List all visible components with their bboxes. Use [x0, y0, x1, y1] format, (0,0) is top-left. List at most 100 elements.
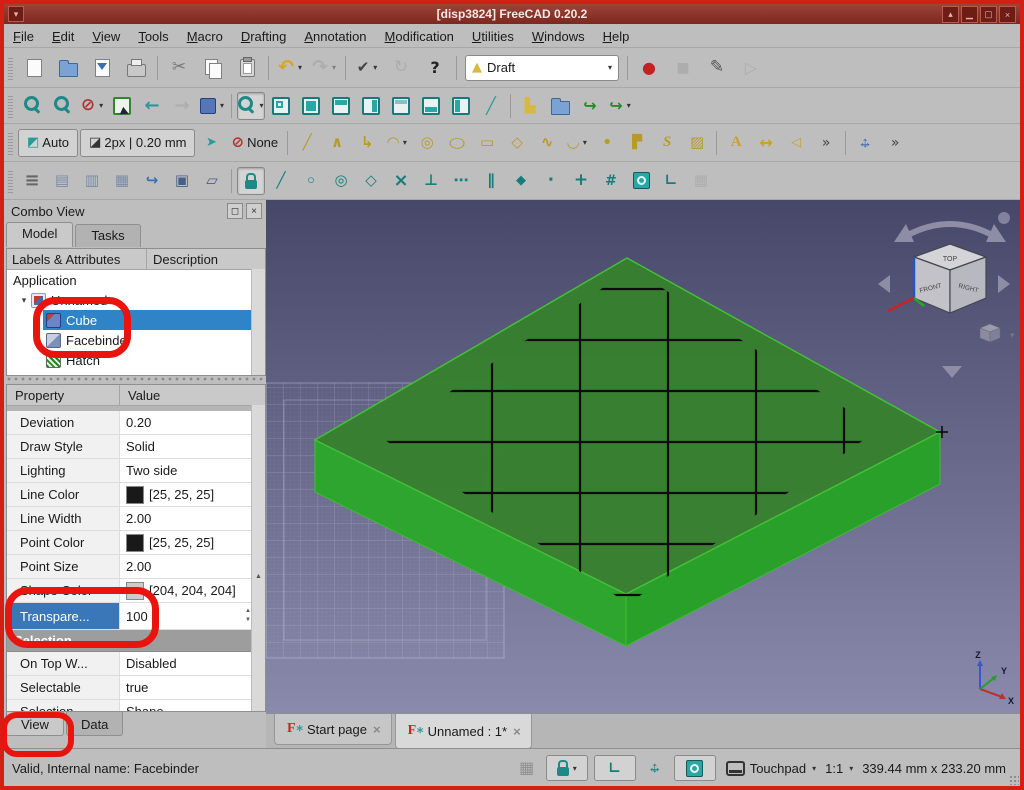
nav-sphere-icon[interactable] [998, 212, 1010, 224]
snap-lock[interactable] [237, 166, 265, 195]
maximize-button[interactable]: ▢ [980, 6, 997, 23]
tab-model[interactable]: Model [6, 222, 74, 247]
modify-move[interactable] [851, 129, 879, 157]
layer-manager-3[interactable]: ▦ [108, 167, 136, 195]
toolbar-handle[interactable] [8, 55, 13, 80]
view-bottom[interactable] [417, 92, 445, 120]
mdi-tab-unnamed-1[interactable]: Unnamed : 1* × [394, 714, 532, 749]
view-rear[interactable] [387, 92, 415, 120]
snap-perpendicular[interactable]: ⊥ [417, 167, 445, 195]
macro-edit[interactable]: ✎ [701, 52, 733, 84]
property-row-draw-style[interactable]: Draw Style Solid [7, 435, 252, 459]
snap-near[interactable]: ∙ [537, 167, 565, 195]
draft-line[interactable]: ╱ [293, 129, 321, 157]
color-swatch[interactable] [126, 533, 144, 552]
measure-distance[interactable]: ╱ [477, 92, 505, 120]
tree-item-hatch[interactable]: Hatch [43, 350, 265, 370]
menu-item-tools[interactable]: Tools [129, 27, 177, 46]
group-folder[interactable] [546, 92, 574, 120]
property-row-deviation[interactable]: Deviation 0.20 [7, 411, 252, 435]
make-link[interactable]: ↪ [576, 92, 604, 120]
workbench-selector[interactable]: ▲ Draft ▾ [465, 54, 619, 81]
zoom-tools[interactable]: ▾ [237, 91, 265, 120]
property-row-lighting[interactable]: Lighting Two side [7, 459, 252, 483]
menu-item-utilities[interactable]: Utilities [463, 27, 523, 46]
panel-splitter[interactable] [6, 374, 264, 383]
tree-item-facebinder[interactable]: Facebinder [43, 330, 265, 350]
draft-facebinder[interactable]: ▛ [623, 129, 651, 157]
view-front[interactable] [297, 92, 325, 120]
toolbar-handle[interactable] [8, 130, 13, 155]
property-row-line-color[interactable]: Line Color [25, 25, 25] [7, 483, 252, 507]
float-panel-button[interactable]: ◻ [227, 203, 243, 219]
tree-item-application[interactable]: Application [7, 270, 265, 290]
select-group[interactable]: ▣ [168, 167, 196, 195]
viewport-canvas[interactable]: TOP FRONT RIGHT ▾ Z Y X [265, 200, 1020, 713]
open-file[interactable] [52, 52, 84, 84]
snap-special[interactable]: ◆ [507, 167, 535, 195]
snap-center[interactable]: ◎ [327, 167, 355, 195]
autogroup-none[interactable]: ⊘ None [227, 130, 282, 156]
color-swatch[interactable] [126, 581, 144, 600]
property-row-point-size[interactable]: Point Size 2.00 [7, 555, 252, 579]
autogroup-arrow[interactable]: ➤ [197, 129, 225, 157]
print[interactable] [120, 52, 152, 84]
close-tab-icon[interactable]: × [513, 724, 521, 739]
nav-forward[interactable]: → [168, 92, 196, 120]
draft-ellipse[interactable]: ○ [443, 129, 471, 157]
toggle-grid[interactable]: ▦ [687, 167, 715, 195]
navcube-top-label[interactable]: TOP [943, 256, 958, 263]
layers[interactable]: ≡ [18, 167, 46, 195]
property-row-transpare[interactable]: Transpare... 100 ▲ ▼ [7, 603, 252, 630]
status-working-plane[interactable] [673, 755, 716, 781]
scale-selector[interactable]: 1:1 ▾ [825, 761, 853, 776]
property-row-selectable[interactable]: Selectable true [7, 676, 252, 700]
paste[interactable] [231, 52, 263, 84]
resize-grip[interactable] [1009, 775, 1019, 785]
toolbar-handle[interactable] [8, 93, 13, 118]
snap-ortho[interactable]: + [567, 167, 595, 195]
property-row-on-top-w[interactable]: On Top W... Disabled [7, 652, 252, 676]
draft-shapestring[interactable]: S [653, 129, 681, 157]
validate[interactable]: ✔ ▾ [351, 52, 383, 84]
close-button[interactable]: × [999, 6, 1016, 23]
menu-item-edit[interactable]: Edit [43, 27, 83, 46]
box-selection[interactable] [108, 92, 136, 120]
menu-item-help[interactable]: Help [594, 27, 639, 46]
draft-fillet[interactable]: ↳ [353, 129, 381, 157]
menu-item-view[interactable]: View [83, 27, 129, 46]
annotation-label[interactable]: ◁ [782, 129, 810, 157]
annotation-text[interactable]: A [722, 129, 750, 157]
property-scrollbar[interactable] [251, 405, 265, 711]
refresh[interactable]: ↻ [385, 52, 417, 84]
scroll-up-icon[interactable]: ▲ [254, 573, 263, 580]
draft-bezier-tools[interactable]: ◡ ▾ [563, 129, 591, 157]
macro-stop[interactable]: ■ [667, 52, 699, 84]
menu-item-modification[interactable]: Modification [376, 27, 463, 46]
close-tab-icon[interactable]: × [373, 722, 381, 737]
draft-arc-tools[interactable]: ◠ ▾ [383, 129, 411, 157]
layer-manager[interactable]: ▤ [48, 167, 76, 195]
save-file[interactable] [86, 52, 118, 84]
tree-scrollbar[interactable] [251, 269, 265, 375]
view-right[interactable] [357, 92, 385, 120]
title-bar[interactable]: ▾ [disp3824] FreeCAD 0.20.2 ▴ ▁ ▢ × [4, 4, 1020, 24]
window-menu-icon[interactable]: ▾ [8, 6, 24, 22]
toolbar-handle[interactable] [8, 168, 13, 193]
nav-back[interactable]: ← [138, 92, 166, 120]
working-plane-proxy[interactable]: ▱ [198, 167, 226, 195]
expand-caret-icon[interactable]: ▾ [17, 295, 31, 306]
make-link-group[interactable]: ↪ ▾ [606, 92, 634, 120]
property-value[interactable]: 100 ▲ ▼ [120, 603, 252, 629]
layer-manager-2[interactable]: ▥ [78, 167, 106, 195]
snap-working-plane[interactable] [627, 167, 655, 195]
part-tool[interactable]: ▙ [516, 92, 544, 120]
copy[interactable] [197, 52, 229, 84]
snap-angle[interactable]: ◇ [357, 167, 385, 195]
new-file[interactable] [18, 52, 50, 84]
snap-dimensions[interactable]: ∟ [657, 167, 685, 195]
property-group-selection[interactable]: Selection [7, 630, 252, 652]
draft-polygon[interactable]: ◇ [503, 129, 531, 157]
modify-overflow[interactable]: » [881, 129, 909, 157]
shade-button[interactable]: ▴ [942, 6, 959, 23]
